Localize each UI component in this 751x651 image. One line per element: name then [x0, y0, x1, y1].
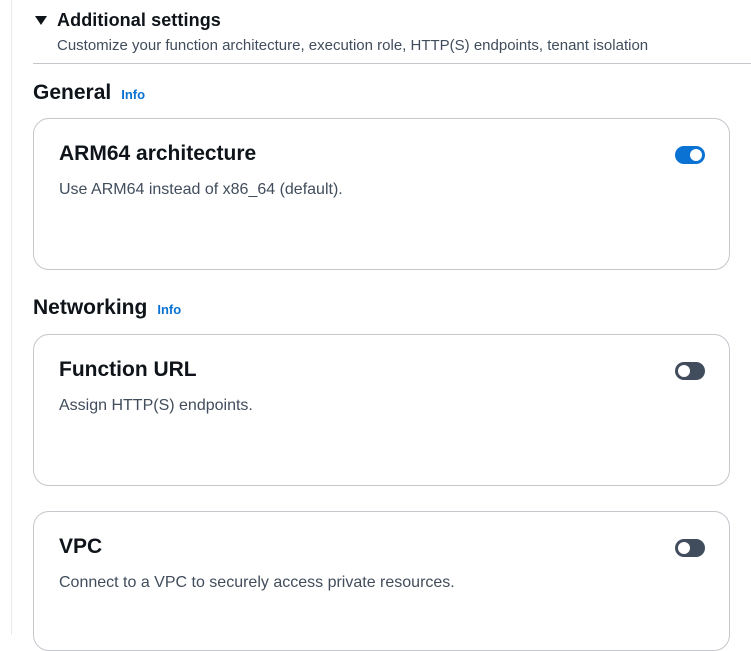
vpc-toggle[interactable] — [675, 539, 705, 557]
card-title: Function URL — [59, 358, 197, 381]
general-heading-text: General — [33, 81, 112, 104]
section-title: Additional settings — [57, 9, 221, 30]
networking-heading-text: Networking — [33, 296, 148, 319]
toggle-knob — [678, 365, 690, 377]
card-title: ARM64 architecture — [59, 142, 257, 165]
vpc-card: VPC Connect to a VPC to securely access … — [33, 511, 730, 651]
additional-settings-section: Additional settings Customize your funct… — [33, 8, 751, 54]
toggle-knob — [690, 149, 702, 161]
section-divider — [33, 63, 751, 64]
card-description: Connect to a VPC to securely access priv… — [59, 574, 455, 591]
section-description: Customize your function architecture, ex… — [57, 37, 649, 54]
card-title: VPC — [59, 535, 103, 558]
networking-heading: Networking Info — [33, 296, 181, 320]
caret-down-icon[interactable] — [35, 15, 47, 25]
general-heading: General Info — [33, 81, 145, 105]
function-url-card: Function URL Assign HTTP(S) endpoints. — [33, 334, 730, 486]
left-border-line — [11, 0, 12, 635]
arm64-toggle[interactable] — [675, 146, 705, 164]
card-description: Use ARM64 instead of x86_64 (default). — [59, 181, 343, 198]
general-info-link[interactable]: Info — [121, 87, 145, 102]
function-url-toggle[interactable] — [675, 362, 705, 380]
additional-settings-toggle[interactable]: Additional settings — [33, 8, 751, 32]
toggle-knob — [678, 542, 690, 554]
card-description: Assign HTTP(S) endpoints. — [59, 397, 253, 414]
networking-info-link[interactable]: Info — [157, 302, 181, 317]
arm64-architecture-card: ARM64 architecture Use ARM64 instead of … — [33, 118, 730, 270]
